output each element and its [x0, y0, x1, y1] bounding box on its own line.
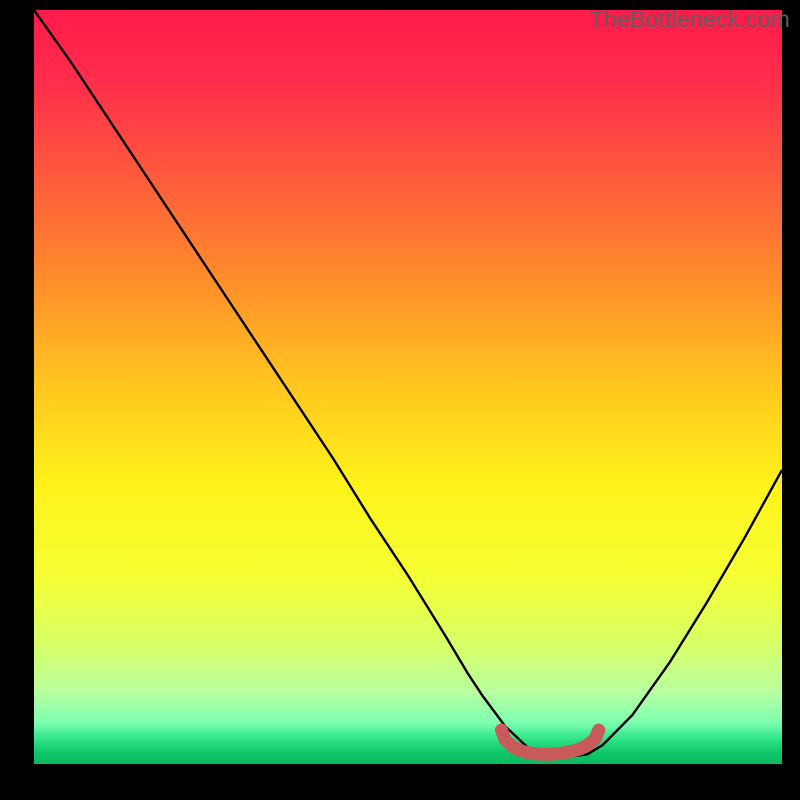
watermark-text: TheBottleneck.com	[590, 6, 790, 33]
chart-svg	[0, 0, 800, 800]
bottleneck-chart: TheBottleneck.com	[0, 0, 800, 800]
plot-background	[34, 10, 782, 764]
